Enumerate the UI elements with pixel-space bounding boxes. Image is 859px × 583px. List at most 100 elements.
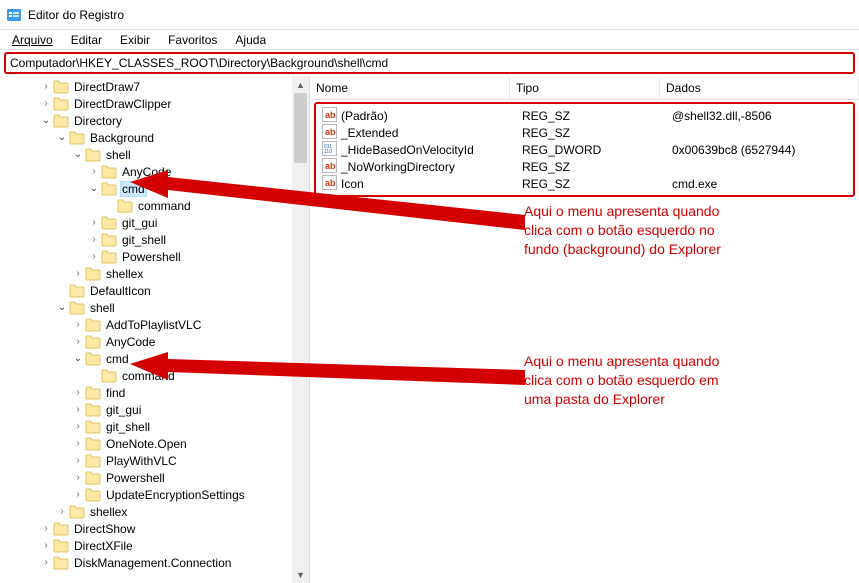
chevron-right-icon[interactable]: › xyxy=(88,217,100,228)
value-row[interactable]: ab_ExtendedREG_SZ xyxy=(316,124,853,141)
chevron-right-icon[interactable]: › xyxy=(88,234,100,245)
tree-item[interactable]: ›PlayWithVLC xyxy=(0,452,309,469)
regedit-icon xyxy=(6,7,22,23)
tree-item[interactable]: ›git_gui xyxy=(0,214,309,231)
chevron-right-icon[interactable]: › xyxy=(72,268,84,279)
tree-item[interactable]: ›UpdateEncryptionSettings xyxy=(0,486,309,503)
chevron-down-icon[interactable]: ⌄ xyxy=(40,115,52,126)
chevron-right-icon[interactable]: › xyxy=(40,523,52,534)
tree-item-label: find xyxy=(104,386,127,400)
tree-item[interactable]: ›DirectShow xyxy=(0,520,309,537)
tree-item-label: Directory xyxy=(72,114,124,128)
tree-item[interactable]: ⌄shell xyxy=(0,146,309,163)
chevron-down-icon[interactable]: ⌄ xyxy=(56,302,68,313)
main-area: ›DirectDraw7›DirectDrawClipper ⌄ Directory… xyxy=(0,76,859,583)
svg-text:ab: ab xyxy=(325,178,336,188)
folder-icon xyxy=(85,148,101,162)
tree-pane[interactable]: ›DirectDraw7›DirectDrawClipper ⌄ Directory… xyxy=(0,76,310,583)
chevron-right-icon[interactable]: › xyxy=(72,336,84,347)
string-value-icon: ab xyxy=(322,124,337,142)
value-row[interactable]: ab(Padrão)REG_SZ@shell32.dll,-8506 xyxy=(316,107,853,124)
col-name[interactable]: Nome xyxy=(310,76,510,99)
value-name: (Padrão) xyxy=(341,109,388,123)
tree-item[interactable]: ⌄cmd xyxy=(0,350,309,367)
chevron-right-icon[interactable]: › xyxy=(40,557,52,568)
folder-icon xyxy=(69,505,85,519)
tree-item[interactable]: ›Powershell xyxy=(0,469,309,486)
tree-item[interactable]: command xyxy=(0,367,309,384)
folder-icon xyxy=(101,216,117,230)
chevron-right-icon[interactable]: › xyxy=(40,540,52,551)
value-row[interactable]: 011110_HideBasedOnVelocityIdREG_DWORD0x0… xyxy=(316,141,853,158)
value-row[interactable]: abIconREG_SZcmd.exe xyxy=(316,175,853,192)
folder-icon xyxy=(85,318,101,332)
tree-item[interactable]: ›git_shell xyxy=(0,418,309,435)
tree-item[interactable]: ›DiskManagement.Connection xyxy=(0,554,309,571)
scroll-up-button[interactable]: ▲ xyxy=(292,76,309,93)
chevron-right-icon[interactable]: › xyxy=(40,81,52,92)
value-name: _HideBasedOnVelocityId xyxy=(341,143,474,157)
tree-item[interactable]: ›OneNote.Open xyxy=(0,435,309,452)
menu-favorites[interactable]: Favoritos xyxy=(160,31,225,49)
tree-item[interactable]: ›shellex xyxy=(0,503,309,520)
tree-item[interactable]: › find xyxy=(0,384,309,401)
chevron-right-icon[interactable]: › xyxy=(72,438,84,449)
chevron-right-icon[interactable]: › xyxy=(72,421,84,432)
tree-item[interactable]: › DirectXFile xyxy=(0,537,309,554)
tree-item[interactable]: ⌄Background xyxy=(0,129,309,146)
tree-item-label: DirectXFile xyxy=(72,539,135,553)
address-bar[interactable]: Computador\HKEY_CLASSES_ROOT\Directory\B… xyxy=(4,52,855,74)
folder-icon xyxy=(85,335,101,349)
chevron-right-icon[interactable]: › xyxy=(72,472,84,483)
tree-item[interactable]: ›AddToPlaylistVLC xyxy=(0,316,309,333)
tree-item[interactable]: DefaultIcon xyxy=(0,282,309,299)
folder-icon xyxy=(85,386,101,400)
chevron-right-icon[interactable]: › xyxy=(72,319,84,330)
tree-item[interactable]: ›git_gui xyxy=(0,401,309,418)
chevron-down-icon[interactable]: ⌄ xyxy=(72,353,84,364)
tree-item-label: DefaultIcon xyxy=(88,284,153,298)
tree-scrollbar[interactable]: ▲ ▼ xyxy=(292,76,309,583)
menu-file[interactable]: Arquivo xyxy=(4,31,61,49)
chevron-right-icon[interactable]: › xyxy=(40,98,52,109)
list-pane: Nome Tipo Dados ab(Padrão)REG_SZ@shell32… xyxy=(310,76,859,583)
col-data[interactable]: Dados xyxy=(660,76,859,99)
folder-icon xyxy=(101,369,117,383)
menu-view[interactable]: Exibir xyxy=(112,31,158,49)
binary-value-icon: 011110 xyxy=(322,141,337,159)
chevron-down-icon[interactable]: ⌄ xyxy=(72,149,84,160)
tree-item[interactable]: ›shellex xyxy=(0,265,309,282)
folder-icon xyxy=(53,97,69,111)
tree-item[interactable]: command xyxy=(0,197,309,214)
menu-help[interactable]: Ajuda xyxy=(227,31,274,49)
tree-item[interactable]: ›AnyCode xyxy=(0,333,309,350)
chevron-right-icon[interactable]: › xyxy=(88,166,100,177)
menu-edit[interactable]: Editar xyxy=(63,31,110,49)
chevron-right-icon[interactable]: › xyxy=(88,251,100,262)
scroll-thumb[interactable] xyxy=(294,93,307,163)
tree-item[interactable]: ⌄cmd xyxy=(0,180,309,197)
tree-item[interactable]: › git_shell xyxy=(0,231,309,248)
chevron-down-icon[interactable]: ⌄ xyxy=(56,132,68,143)
tree-item[interactable]: ›DirectDraw7 xyxy=(0,78,309,95)
svg-text:ab: ab xyxy=(325,161,336,171)
value-type: REG_SZ xyxy=(516,109,666,123)
svg-text:110: 110 xyxy=(324,149,332,155)
tree-item[interactable]: ›DirectDrawClipper xyxy=(0,95,309,112)
folder-icon xyxy=(69,284,85,298)
tree-item[interactable]: ⌄ Directory xyxy=(0,112,309,129)
tree-item[interactable]: ›Powershell xyxy=(0,248,309,265)
col-type[interactable]: Tipo xyxy=(510,76,660,99)
tree-item[interactable]: ⌄shell xyxy=(0,299,309,316)
tree-item-label: git_shell xyxy=(120,233,168,247)
tree-item[interactable]: ›AnyCode xyxy=(0,163,309,180)
chevron-right-icon[interactable]: › xyxy=(72,404,84,415)
folder-icon xyxy=(69,301,85,315)
chevron-right-icon[interactable]: › xyxy=(72,387,84,398)
chevron-right-icon[interactable]: › xyxy=(56,506,68,517)
chevron-down-icon[interactable]: ⌄ xyxy=(88,183,100,194)
chevron-right-icon[interactable]: › xyxy=(72,489,84,500)
chevron-right-icon[interactable]: › xyxy=(72,455,84,466)
value-row[interactable]: ab_NoWorkingDirectoryREG_SZ xyxy=(316,158,853,175)
scroll-down-button[interactable]: ▼ xyxy=(292,566,309,583)
